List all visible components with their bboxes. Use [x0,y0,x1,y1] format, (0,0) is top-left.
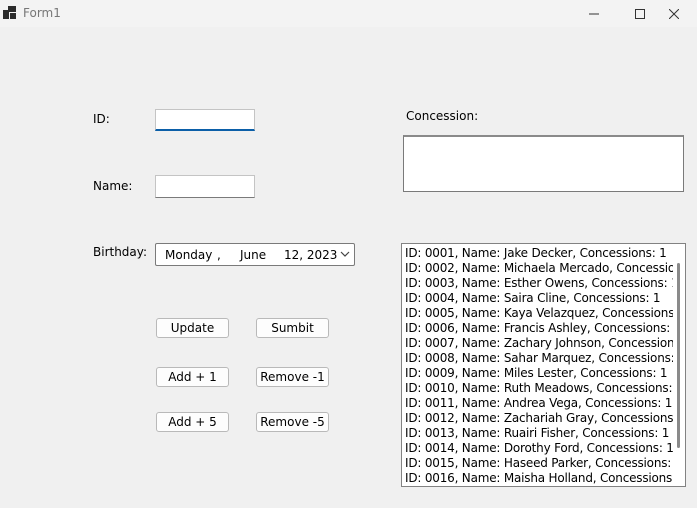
name-label: Name: [93,179,133,193]
close-icon [669,8,679,19]
update-button[interactable]: Update [156,318,229,338]
list-item[interactable]: ID: 0010, Name: Ruth Meadows, Concession… [405,381,673,396]
id-field-container[interactable] [155,109,255,131]
close-button[interactable] [651,0,697,27]
scroll-thumb[interactable] [677,263,680,448]
minimize-button[interactable] [571,0,617,27]
list-item[interactable]: ID: 0001, Name: Jake Decker, Concessions… [405,246,673,261]
submit-button[interactable]: Sumbit [256,318,329,338]
date-day-year[interactable]: 12, 2023 [284,248,337,262]
list-items-container: ID: 0001, Name: Jake Decker, Concessions… [405,246,673,486]
id-label: ID: [93,112,110,126]
list-item[interactable]: ID: 0015, Name: Haseed Parker, Concessio… [405,456,673,471]
list-item[interactable]: ID: 0016, Name: Maisha Holland, Concessi… [405,471,673,486]
birthday-label: Birthday: [93,245,148,259]
remove-five-button[interactable]: Remove -5 [256,412,329,432]
list-item[interactable]: ID: 0007, Name: Zachary Johnson, Concess… [405,336,673,351]
concession-field[interactable] [403,135,684,192]
window-title: Form1 [23,6,61,20]
id-field[interactable] [156,110,254,129]
list-item[interactable]: ID: 0013, Name: Ruairi Fisher, Concessio… [405,426,673,441]
add-one-button[interactable]: Add + 1 [156,367,229,387]
date-weekday[interactable]: Monday [165,248,212,262]
add-five-button[interactable]: Add + 5 [156,412,229,432]
birthday-datepicker[interactable]: Monday , June 12, 2023 [155,243,355,266]
date-month[interactable]: June [240,248,266,262]
list-item[interactable]: ID: 0002, Name: Michaela Mercado, Conces… [405,261,673,276]
name-field[interactable] [156,176,254,197]
list-item[interactable]: ID: 0009, Name: Miles Lester, Concession… [405,366,673,381]
list-item[interactable]: ID: 0014, Name: Dorothy Ford, Concession… [405,441,673,456]
list-item[interactable]: ID: 0012, Name: Zachariah Gray, Concessi… [405,411,673,426]
title-bar[interactable]: Form1 [0,0,697,27]
list-item[interactable]: ID: 0005, Name: Kaya Velazquez, Concessi… [405,306,673,321]
date-separator: , [217,248,221,262]
chevron-down-icon[interactable] [340,250,350,258]
maximize-icon [635,8,645,19]
list-item[interactable]: ID: 0006, Name: Francis Ashley, Concessi… [405,321,673,336]
list-item[interactable]: ID: 0008, Name: Sahar Marquez, Concessio… [405,351,673,366]
minimize-icon [589,13,599,14]
list-item[interactable]: ID: 0003, Name: Esther Owens, Concession… [405,276,673,291]
name-field-container[interactable] [155,175,255,198]
list-item[interactable]: ID: 0011, Name: Andrea Vega, Concessions… [405,396,673,411]
concession-label: Concession: [406,109,479,123]
list-scrollbar[interactable] [673,244,683,486]
remove-one-button[interactable]: Remove -1 [256,367,329,387]
list-item[interactable]: ID: 0004, Name: Saira Cline, Concessions… [405,291,673,306]
app-icon [3,6,16,19]
records-listbox[interactable]: ID: 0001, Name: Jake Decker, Concessions… [401,243,686,487]
